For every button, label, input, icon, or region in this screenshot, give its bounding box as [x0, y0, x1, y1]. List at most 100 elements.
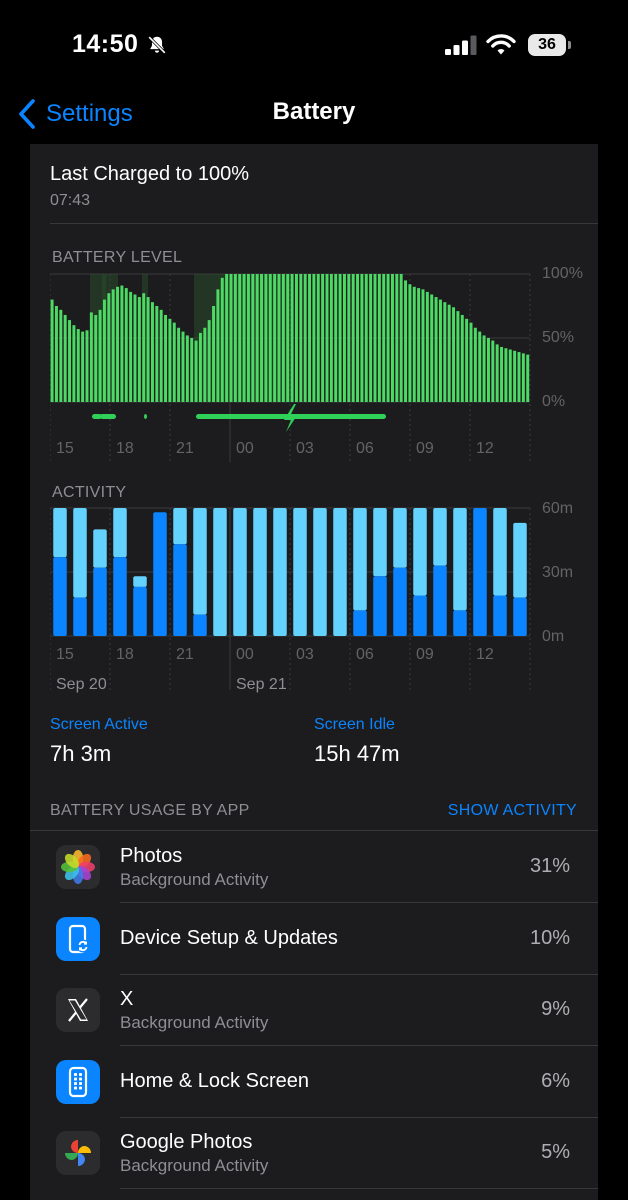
- idle-bar: [293, 508, 307, 636]
- idle-bar: [513, 522, 527, 598]
- app-percent: 31%: [529, 855, 570, 877]
- app-usage-row[interactable]: X Background Activity 9%: [30, 974, 598, 1046]
- battery-bar: [277, 274, 281, 402]
- app-name: Device Setup & Updates: [120, 926, 338, 949]
- battery-ytick: 50%: [542, 329, 575, 346]
- battery-bar: [399, 274, 403, 402]
- idle-bar: [93, 529, 107, 568]
- screen-idle-value: 15h 47m: [314, 741, 400, 766]
- active-bar: [393, 567, 407, 636]
- battery-bar: [172, 322, 176, 402]
- battery-bar: [146, 297, 150, 402]
- battery-bar: [338, 274, 342, 402]
- page-title: Battery: [272, 98, 356, 125]
- idle-bar: [253, 508, 267, 636]
- wifi-icon: [486, 34, 516, 55]
- battery-bar: [456, 311, 460, 402]
- battery-bar: [150, 302, 154, 402]
- battery-bar: [443, 302, 447, 402]
- active-bar: [133, 586, 147, 636]
- app-name: Home & Lock Screen: [120, 1069, 309, 1092]
- screen-active-value: 7h 3m: [50, 741, 112, 766]
- idle-bar: [393, 508, 407, 568]
- battery-xtick: 09: [416, 440, 434, 457]
- activity-date-label: Sep 21: [236, 676, 287, 693]
- active-bar: [493, 595, 507, 636]
- battery-bar: [194, 340, 198, 402]
- battery-level-heading: BATTERY LEVEL: [52, 249, 183, 266]
- app-usage-row[interactable]: Device Setup & Updates 10%: [30, 903, 598, 975]
- photos-icon: [56, 845, 100, 889]
- app-usage-row[interactable]: Google Photos Background Activity 5%: [30, 1117, 598, 1189]
- x-app-icon: [56, 988, 100, 1032]
- show-activity-button[interactable]: SHOW ACTIVITY: [448, 802, 577, 820]
- battery-bar: [63, 314, 67, 402]
- battery-bar: [198, 332, 202, 402]
- battery-bar: [164, 314, 168, 402]
- last-charged-time: 07:43: [50, 192, 91, 209]
- battery-bar: [111, 289, 115, 402]
- active-bar: [353, 610, 367, 636]
- battery-bar: [438, 299, 442, 402]
- battery-bar: [120, 285, 124, 402]
- idle-bar: [413, 508, 427, 596]
- battery-bar: [238, 274, 242, 402]
- battery-bar: [508, 349, 512, 402]
- battery-bar: [264, 274, 268, 402]
- battery-bar: [190, 338, 194, 402]
- battery-bar: [412, 286, 416, 402]
- battery-bar: [260, 274, 264, 402]
- active-bar: [93, 567, 107, 636]
- battery-bar: [229, 274, 233, 402]
- app-usage-row[interactable]: Home & Lock Screen 6%: [30, 1046, 598, 1118]
- idle-bar: [353, 508, 367, 611]
- idle-bar: [453, 508, 467, 611]
- battery-bar: [290, 274, 294, 402]
- idle-bar: [73, 508, 87, 598]
- active-bar: [153, 512, 167, 636]
- cellular-signal-icon: [445, 35, 477, 55]
- active-bar: [413, 595, 427, 636]
- battery-bar: [364, 274, 368, 402]
- battery-bar: [316, 274, 320, 402]
- battery-bar: [373, 274, 377, 402]
- active-bar: [113, 557, 127, 636]
- activity-xtick: 00: [236, 646, 254, 663]
- battery-bar: [377, 274, 381, 402]
- activity-xtick: 15: [56, 646, 74, 663]
- active-bar: [193, 614, 207, 636]
- app-usage-row[interactable]: Photos Background Activity 31%: [30, 831, 598, 903]
- activity-xtick: 03: [296, 646, 314, 663]
- battery-bar: [225, 274, 229, 402]
- app-subtitle: Background Activity: [120, 870, 269, 889]
- battery-bar: [526, 354, 530, 402]
- app-name: Google Photos: [120, 1131, 253, 1153]
- battery-bar: [447, 304, 451, 402]
- battery-bar: [94, 314, 98, 402]
- active-bar: [473, 508, 487, 636]
- activity-xtick: 21: [176, 646, 194, 663]
- battery-bar: [242, 274, 246, 402]
- battery-bar: [54, 306, 58, 402]
- battery-bar: [185, 335, 189, 402]
- battery-bar: [137, 297, 141, 402]
- idle-bar: [493, 508, 507, 596]
- battery-level-chart[interactable]: [50, 268, 534, 464]
- idle-bar: [173, 508, 187, 545]
- battery-bar: [430, 294, 434, 402]
- idle-bar: [133, 576, 147, 587]
- battery-bar: [486, 338, 490, 402]
- battery-cap: [568, 41, 571, 49]
- battery-bar: [421, 289, 425, 402]
- battery-bar: [286, 274, 290, 402]
- battery-ytick: 0%: [542, 393, 566, 410]
- activity-heading: ACTIVITY: [52, 484, 127, 501]
- battery-bar: [465, 318, 469, 402]
- battery-bar: [255, 274, 259, 402]
- battery-bar: [181, 331, 185, 402]
- idle-bar: [53, 508, 67, 558]
- battery-bar: [303, 274, 307, 402]
- activity-xtick: 06: [356, 646, 374, 663]
- battery-bar: [159, 309, 163, 402]
- status-time: 14:50: [72, 30, 139, 58]
